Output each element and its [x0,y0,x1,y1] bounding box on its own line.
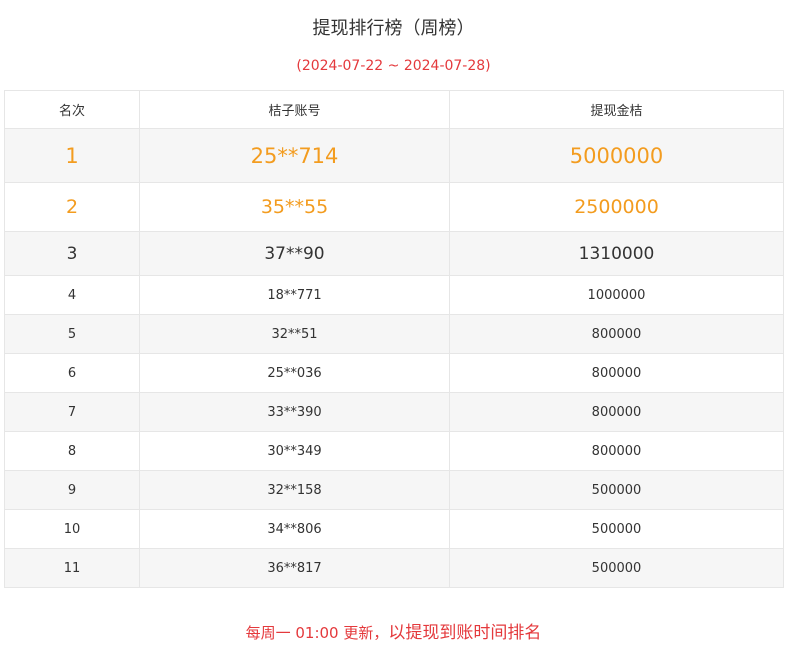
table-row: 3 37**90 1310000 [4,231,784,276]
account-cell: 35**55 [139,182,450,232]
account-cell: 33**390 [139,392,450,432]
column-header-account: 桔子账号 [139,90,450,129]
rank-cell: 10 [4,509,140,549]
rank-cell: 5 [4,314,140,354]
account-cell: 25**036 [139,353,450,393]
account-cell: 34**806 [139,509,450,549]
account-cell: 32**51 [139,314,450,354]
rank-cell: 2 [4,182,140,232]
account-cell: 18**771 [139,275,450,315]
column-header-rank: 名次 [4,90,140,129]
table-header-row: 名次 桔子账号 提现金桔 [4,90,784,129]
table-row: 9 32**158 500000 [4,470,784,510]
amount-cell: 5000000 [449,128,784,183]
amount-cell: 800000 [449,392,784,432]
amount-cell: 2500000 [449,182,784,232]
table-row: 7 33**390 800000 [4,392,784,432]
account-cell: 30**349 [139,431,450,471]
update-schedule: 每周一 01:00 更新， [245,624,389,642]
page-title: 提现排行榜（周榜） [312,18,475,39]
account-cell: 37**90 [139,231,450,276]
rank-cell: 8 [4,431,140,471]
rank-cell: 6 [4,353,140,393]
table-row: 10 34**806 500000 [4,509,784,549]
column-header-amount: 提现金桔 [449,90,784,129]
account-cell: 32**158 [139,470,450,510]
table-row: 4 18**771 1000000 [4,275,784,315]
table-row: 5 32**51 800000 [4,314,784,354]
amount-cell: 500000 [449,509,784,549]
rank-cell: 3 [4,231,140,276]
amount-cell: 800000 [449,314,784,354]
rank-cell: 9 [4,470,140,510]
update-note: 每周一 01:00 更新，以提现到账时间排名 [0,620,787,646]
rank-cell: 11 [4,548,140,588]
account-cell: 25**714 [139,128,450,183]
account-cell: 36**817 [139,548,450,588]
rank-cell: 4 [4,275,140,315]
amount-cell: 800000 [449,431,784,471]
amount-cell: 800000 [449,353,784,393]
table-row: 2 35**55 2500000 [4,182,784,232]
table-row: 8 30**349 800000 [4,431,784,471]
amount-cell: 1310000 [449,231,784,276]
table-row: 6 25**036 800000 [4,353,784,393]
amount-cell: 500000 [449,548,784,588]
table-row: 1 25**714 5000000 [4,128,784,183]
amount-cell: 1000000 [449,275,784,315]
date-range: (2024-07-22 ~ 2024-07-28) [296,58,491,74]
table-row: 11 36**817 500000 [4,548,784,588]
ranking-table: 名次 桔子账号 提现金桔 1 25**714 5000000 2 35**55 … [4,90,784,588]
rank-cell: 1 [4,128,140,183]
rank-cell: 7 [4,392,140,432]
ranking-rule: 以提现到账时间排名 [388,623,542,643]
amount-cell: 500000 [449,470,784,510]
